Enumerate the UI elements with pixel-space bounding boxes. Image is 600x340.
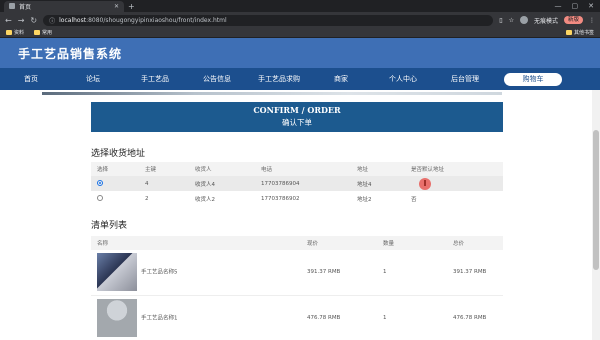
- col-phone: 电话: [261, 167, 273, 173]
- cell-address: 地址4: [357, 181, 372, 188]
- folder-icon: [34, 30, 41, 35]
- nav-profile[interactable]: 个人中心: [372, 74, 434, 84]
- cell-name: 收货人4: [195, 181, 215, 188]
- product-name[interactable]: 手工艺品名称5: [141, 270, 178, 276]
- bookmark-star-icon[interactable]: ☆: [509, 17, 514, 24]
- product-qty: 1: [383, 269, 387, 276]
- info-icon: ⓘ: [49, 17, 56, 25]
- address-radio-selected[interactable]: [97, 179, 103, 186]
- cell-phone: 17703786904: [261, 180, 300, 187]
- table-header-row: 名称 现价 数量 总价: [91, 236, 503, 250]
- product-name[interactable]: 手工艺品名称1: [141, 315, 178, 321]
- col-product: 名称: [97, 241, 109, 247]
- cell-phone: 17703786902: [261, 195, 300, 202]
- confirm-title-en: CONFIRM / ORDER: [253, 105, 341, 115]
- cart-section-title: 清单列表: [91, 221, 128, 231]
- close-window-icon[interactable]: ✕: [588, 2, 594, 10]
- nav-forum[interactable]: 论坛: [62, 74, 124, 84]
- col-qty: 数量: [383, 241, 395, 247]
- page-content: CONFIRM / ORDER 确认下单 选择收货地址 选择 主键 收货人 电话…: [0, 90, 600, 340]
- back-icon[interactable]: ←: [5, 16, 12, 25]
- mouse-cursor-icon: [419, 177, 431, 190]
- col-default: 是否默认地址: [411, 167, 445, 173]
- tab-title: 首页: [19, 3, 32, 11]
- col-name: 收货人: [195, 167, 212, 173]
- cell-address: 地址2: [357, 196, 372, 203]
- address-radio[interactable]: [97, 194, 103, 201]
- forward-icon[interactable]: →: [18, 16, 25, 25]
- product-qty: 1: [383, 314, 387, 321]
- col-price: 现价: [307, 241, 319, 247]
- cell-id: 2: [145, 195, 149, 202]
- maximize-icon[interactable]: ▢: [572, 2, 579, 10]
- bookmarks-bar: 资料 常用 其他书签: [0, 28, 600, 38]
- page-icon: [9, 3, 15, 9]
- product-image[interactable]: [97, 298, 137, 337]
- col-id: 主键: [145, 167, 157, 173]
- bookmark-folder-1[interactable]: 资料: [6, 29, 24, 36]
- address-bar[interactable]: ⓘ localhost:8080/shougongyipinxiaoshou/f…: [43, 14, 494, 26]
- col-total: 总价: [453, 241, 465, 247]
- url-host: localhost: [59, 16, 87, 24]
- product-total: 476.78 RMB: [453, 314, 487, 321]
- sidebar-icon[interactable]: ▯: [499, 17, 502, 24]
- table-row: 手工艺品名称5 391.37 RMB 1 391.37 RMB: [91, 250, 503, 295]
- col-address: 地址: [357, 167, 369, 173]
- cell-name: 收货人2: [195, 196, 215, 203]
- folder-icon: [565, 30, 572, 35]
- cell-default: 否: [411, 196, 417, 203]
- banner-image: [42, 92, 502, 95]
- site-header: 手工艺品销售系统: [0, 38, 600, 68]
- product-price: 476.78 RMB: [307, 314, 341, 321]
- cell-id: 4: [145, 180, 149, 187]
- browser-tab-strip: 首页 ✕ + — ▢ ✕: [0, 0, 600, 12]
- confirm-title-cn: 确认下单: [282, 118, 312, 127]
- table-row[interactable]: 2 收货人2 17703786902 地址2 否: [91, 191, 503, 206]
- nav-merchants[interactable]: 商家: [310, 74, 372, 84]
- nav-crafts[interactable]: 手工艺品: [124, 74, 186, 84]
- confirm-order-banner: CONFIRM / ORDER 确认下单: [91, 102, 503, 132]
- url-path: :8080/shougongyipinxiaoshou/front/index.…: [86, 16, 227, 24]
- nav-cart[interactable]: 购物车: [504, 72, 562, 86]
- minimize-icon[interactable]: —: [555, 2, 562, 10]
- update-button[interactable]: 新版: [563, 16, 583, 24]
- table-row: 手工艺品名称1 476.78 RMB 1 476.78 RMB: [91, 295, 503, 340]
- close-icon[interactable]: ✕: [114, 3, 119, 10]
- main-nav: 首页 论坛 手工艺品 公告信息 手工艺品求购 商家 个人中心 后台管理 购物车: [0, 68, 600, 90]
- menu-icon[interactable]: ⋮: [589, 17, 595, 24]
- scrollbar-thumb[interactable]: [593, 130, 599, 270]
- product-total: 391.37 RMB: [453, 269, 487, 276]
- browser-tab[interactable]: 首页 ✕: [4, 0, 124, 12]
- window-controls: — ▢ ✕: [555, 2, 600, 10]
- browser-toolbar: ← → ↻ ⓘ localhost:8080/shougongyipinxiao…: [0, 12, 600, 28]
- nav-notices[interactable]: 公告信息: [186, 74, 248, 84]
- table-row[interactable]: 4 收货人4 17703786904 地址4: [91, 176, 503, 191]
- page-scrollbar[interactable]: [592, 90, 600, 340]
- col-select: 选择: [97, 167, 109, 173]
- address-section-title: 选择收货地址: [91, 149, 146, 159]
- nav-home[interactable]: 首页: [0, 74, 62, 84]
- profile-label[interactable]: 无痕模式: [534, 16, 558, 25]
- product-price: 391.37 RMB: [307, 269, 341, 276]
- site-title: 手工艺品销售系统: [18, 46, 123, 61]
- product-image[interactable]: [97, 253, 137, 292]
- bookmark-folder-other[interactable]: 其他书签: [565, 29, 594, 36]
- reload-icon[interactable]: ↻: [30, 16, 37, 25]
- table-header-row: 选择 主键 收货人 电话 地址 是否默认地址: [91, 162, 503, 176]
- incognito-avatar[interactable]: [519, 16, 528, 24]
- nav-admin[interactable]: 后台管理: [434, 74, 496, 84]
- address-table: 选择 主键 收货人 电话 地址 是否默认地址 4 收货人4 1770378690…: [91, 162, 503, 206]
- bookmark-folder-2[interactable]: 常用: [34, 29, 52, 36]
- folder-icon: [6, 30, 12, 35]
- new-tab-icon[interactable]: +: [128, 2, 135, 11]
- nav-wanted[interactable]: 手工艺品求购: [248, 74, 310, 84]
- cart-table: 名称 现价 数量 总价 手工艺品名称5 391.37 RMB 1 391.37 …: [91, 236, 503, 340]
